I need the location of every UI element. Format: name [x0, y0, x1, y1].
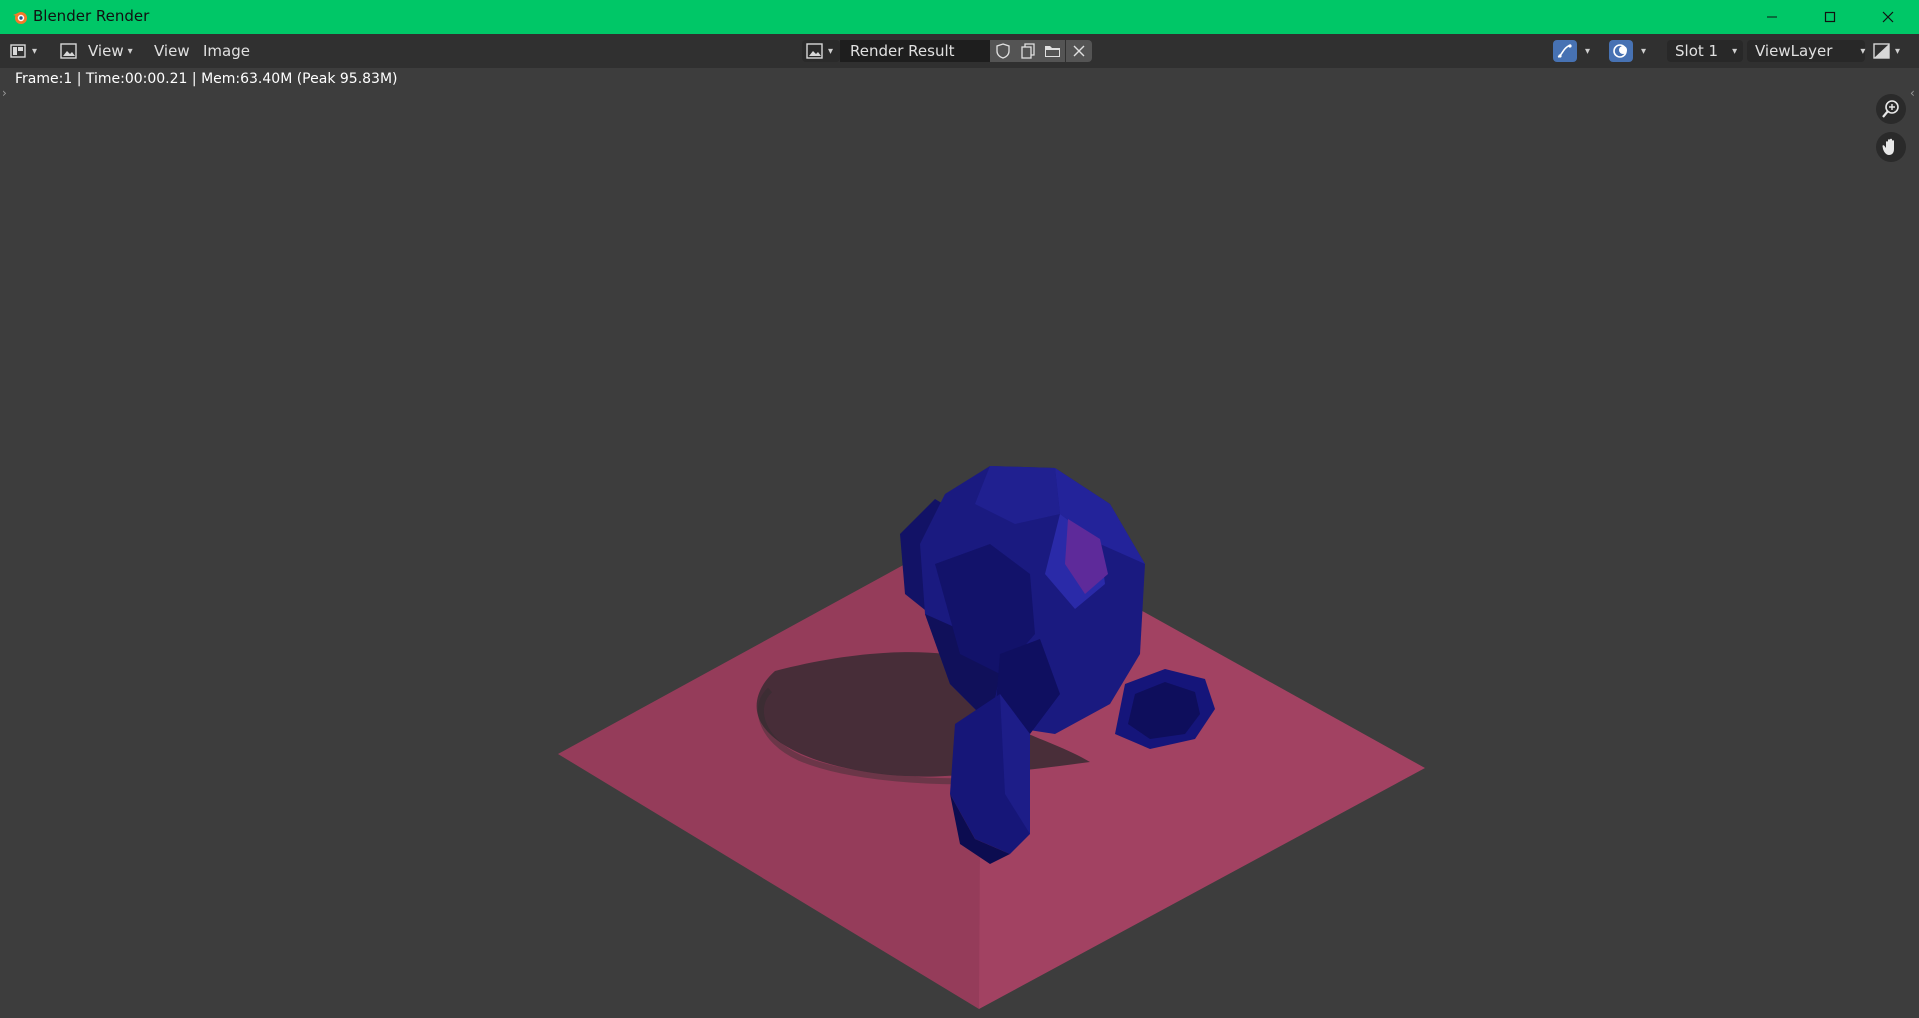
open-image-button[interactable]: [1040, 40, 1065, 62]
close-icon: [1882, 11, 1894, 23]
scopes-toggle-button[interactable]: [1553, 40, 1577, 62]
chevron-down-icon: ▾: [1860, 45, 1866, 57]
render-stats: Frame:1 | Time:00:00.21 | Mem:63.40M (Pe…: [15, 71, 398, 87]
gizmo-overlay-icon: [1613, 44, 1627, 58]
maximize-icon: [1824, 11, 1836, 23]
chevron-down-icon[interactable]: ▾: [1585, 46, 1590, 57]
unlink-image-button[interactable]: [1066, 40, 1092, 62]
menu-view[interactable]: View: [150, 40, 194, 62]
chevron-down-icon: ▾: [127, 45, 133, 57]
mode-selector[interactable]: View ▾: [56, 40, 138, 62]
chevron-down-icon: ▾: [32, 45, 38, 57]
maximize-button[interactable]: [1801, 0, 1859, 34]
image-mode-icon: [60, 43, 77, 59]
minimize-button[interactable]: [1743, 0, 1801, 34]
image-name-field[interactable]: Render Result: [840, 40, 990, 62]
new-image-icon: [1020, 43, 1035, 59]
new-image-button[interactable]: [1015, 40, 1040, 62]
image-editor-header: ▾ View ▾ View Image ▾ Render Result ▾ ▾ …: [0, 34, 1919, 68]
minimize-icon: [1767, 16, 1777, 18]
view-layer-selector[interactable]: ViewLayer ▾: [1747, 40, 1865, 62]
window-title: Blender Render: [33, 7, 150, 25]
fake-user-shield-icon: [995, 43, 1010, 59]
gizmo-toggle-button[interactable]: [1609, 40, 1633, 62]
browse-image-button[interactable]: ▾: [802, 40, 840, 62]
mode-label: View: [88, 42, 124, 60]
slot-label: Slot 1: [1675, 42, 1719, 60]
image-viewport[interactable]: › ‹: [0, 86, 1919, 1018]
view-layer-label: ViewLayer: [1755, 42, 1833, 60]
image-editor-icon: [10, 44, 26, 58]
chevron-down-icon: ▾: [1895, 45, 1901, 57]
chevron-down-icon: ▾: [1732, 45, 1738, 57]
menu-image[interactable]: Image: [199, 40, 254, 62]
window-titlebar: Blender Render: [0, 0, 1919, 34]
fake-user-button[interactable]: [990, 40, 1015, 62]
hand-pan-icon: [1882, 138, 1894, 155]
curve-scopes-icon: [1557, 44, 1572, 58]
display-channels-icon: [1873, 43, 1890, 59]
zoom-icon: [1882, 100, 1899, 118]
gizmo-toggle[interactable]: ▾: [1609, 40, 1646, 62]
render-result-image: [558, 466, 1425, 1009]
unlink-x-icon: [1073, 45, 1085, 57]
zoom-button[interactable]: [1876, 94, 1906, 124]
display-channels-selector[interactable]: ▾: [1873, 40, 1909, 62]
chevron-down-icon: ▾: [828, 45, 834, 57]
pan-button[interactable]: [1876, 132, 1906, 162]
close-window-button[interactable]: [1859, 0, 1917, 34]
scopes-toggle[interactable]: ▾: [1553, 40, 1590, 62]
image-browse-icon: [806, 43, 823, 59]
slot-selector[interactable]: Slot 1 ▾: [1667, 40, 1743, 62]
editor-type-selector[interactable]: ▾: [10, 40, 50, 62]
open-folder-icon: [1044, 46, 1060, 57]
blender-icon: [13, 12, 27, 24]
chevron-down-icon[interactable]: ▾: [1641, 46, 1646, 57]
